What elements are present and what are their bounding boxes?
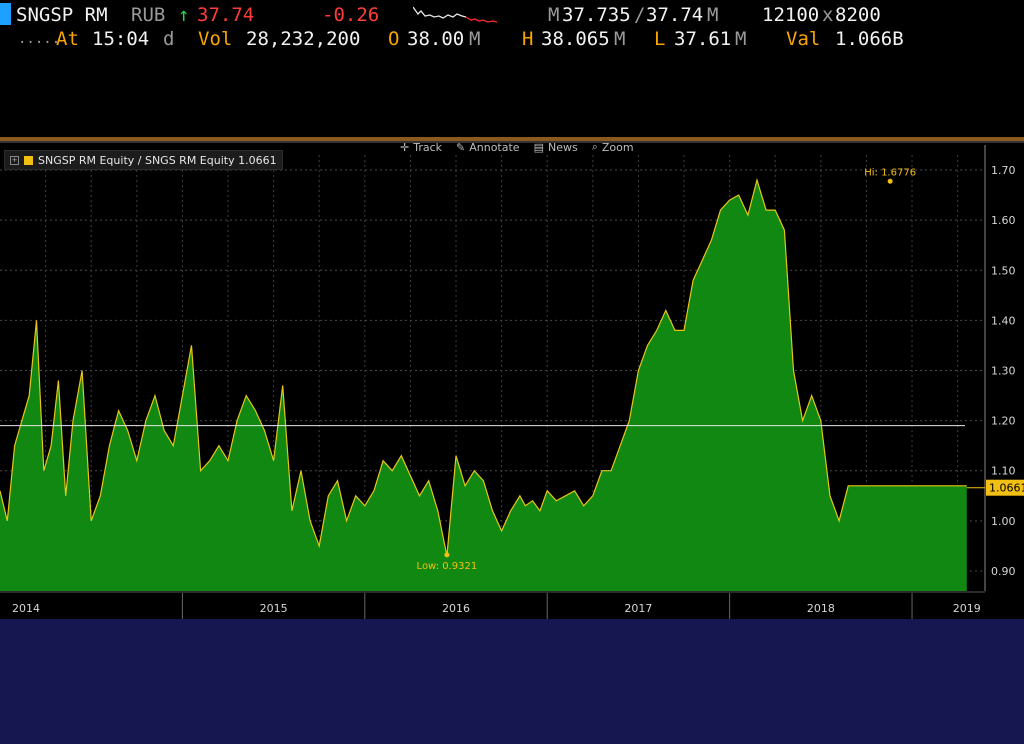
toolbar-annotate-label: Annotate <box>469 140 520 154</box>
ratio-area-chart[interactable]: 0.90 1.00 1.10 1.20 1.30 1.40 1.50 1.60 1.70 201… <box>0 137 1024 619</box>
last-price: 37.74 <box>197 4 255 26</box>
y-tick-label: 0.90 <box>991 565 1016 578</box>
y-tick-label: 1.60 <box>991 214 1016 227</box>
chart-toolbar: ✛ Track ✎ Annotate ▤ News ⌕ Zoom <box>400 139 634 155</box>
toolbar-track[interactable]: ✛ Track <box>400 141 442 154</box>
security-tab-marker[interactable] <box>0 3 11 25</box>
x-tick-label: 2019 <box>953 602 981 615</box>
series-legend-label: SNGSP RM Equity / SNGS RM Equity 1.0661 <box>38 153 277 167</box>
y-tick-label: 1.10 <box>991 465 1016 478</box>
up-arrow-icon: ↑ <box>178 4 190 26</box>
toolbar-zoom-label: Zoom <box>601 140 634 154</box>
crosshair-icon: ✛ <box>400 140 410 154</box>
chart-panel[interactable]: 0.90 1.00 1.10 1.20 1.30 1.40 1.50 1.60 1.70 201… <box>0 137 1024 619</box>
x-tick-label: 2014 <box>12 602 40 615</box>
y-tick-label: 1.00 <box>991 515 1016 528</box>
activity-dots: ..... <box>18 31 61 47</box>
low-label: L <box>654 28 666 50</box>
open-market-flag: M <box>469 28 481 50</box>
bottom-panel <box>0 619 1024 744</box>
open-label: O <box>388 28 400 50</box>
ticker[interactable]: SNGSP RM <box>16 3 108 27</box>
bid-price: 37.735 <box>562 4 631 26</box>
toolbar-news[interactable]: ▤ News <box>534 141 578 154</box>
news-icon: ▤ <box>533 140 544 154</box>
toolbar-track-label: Track <box>413 140 443 154</box>
low-annotation: Low: 0.9321 <box>417 561 478 572</box>
high-annotation: Hi: 1.6776 <box>864 167 916 178</box>
high-value: 38.065 <box>541 28 610 50</box>
high-marker <box>887 178 893 184</box>
quote-header: SNGSP RM RUB ↑ 37.74 -0.26 M 37.735 / 37… <box>0 0 1024 58</box>
ask-size: 8200 <box>835 4 881 26</box>
series-area <box>0 180 967 591</box>
series-legend[interactable]: + SNGSP RM Equity / SNGS RM Equity 1.066… <box>4 150 283 170</box>
volume-label: Vol <box>198 28 233 50</box>
y-tick-label: 1.30 <box>991 364 1016 377</box>
time-suffix: d <box>163 28 175 50</box>
ask-price: 37.74 <box>646 4 704 26</box>
size-separator: x <box>822 4 834 26</box>
last-trade-time: 15:04 <box>92 28 150 50</box>
x-tick-label: 2015 <box>260 602 288 615</box>
low-marker <box>444 552 450 558</box>
value-label: Val <box>786 28 821 50</box>
currency: RUB <box>131 4 166 26</box>
traded-value: 1.066B <box>835 28 904 50</box>
low-value: 37.61 <box>674 28 732 50</box>
high-market-flag: M <box>614 28 626 50</box>
volume-value: 28,232,200 <box>246 28 361 50</box>
high-label: H <box>522 28 534 50</box>
at-label: At <box>56 28 79 50</box>
x-axis-strip <box>0 591 1024 619</box>
series-swatch <box>24 155 33 165</box>
x-tick-label: 2018 <box>807 602 835 615</box>
bid-market-flag: M <box>548 4 560 26</box>
y-tick-label: 1.70 <box>991 164 1016 177</box>
y-tick-label: 1.20 <box>991 415 1016 428</box>
y-tick-label: 1.50 <box>991 264 1016 277</box>
intraday-sparkline <box>413 6 497 23</box>
open-value: 38.00 <box>407 28 465 50</box>
toolbar-zoom[interactable]: ⌕ Zoom <box>592 140 634 154</box>
x-tick-label: 2016 <box>442 602 470 615</box>
y-tick-label: 1.40 <box>991 314 1016 327</box>
bid-size: 12100 <box>762 4 820 26</box>
net-change: -0.26 <box>322 4 380 26</box>
low-market-flag: M <box>735 28 747 50</box>
pencil-icon: ✎ <box>456 140 466 154</box>
magnifier-icon: ⌕ <box>591 140 598 153</box>
last-value-label: 1.0661 <box>989 482 1024 495</box>
expand-icon[interactable]: + <box>10 155 19 165</box>
toolbar-annotate[interactable]: ✎ Annotate <box>456 141 520 154</box>
x-tick-label: 2017 <box>624 602 652 615</box>
bid-ask-separator: / <box>634 4 646 26</box>
toolbar-news-label: News <box>547 140 578 154</box>
ask-market-flag: M <box>707 4 719 26</box>
